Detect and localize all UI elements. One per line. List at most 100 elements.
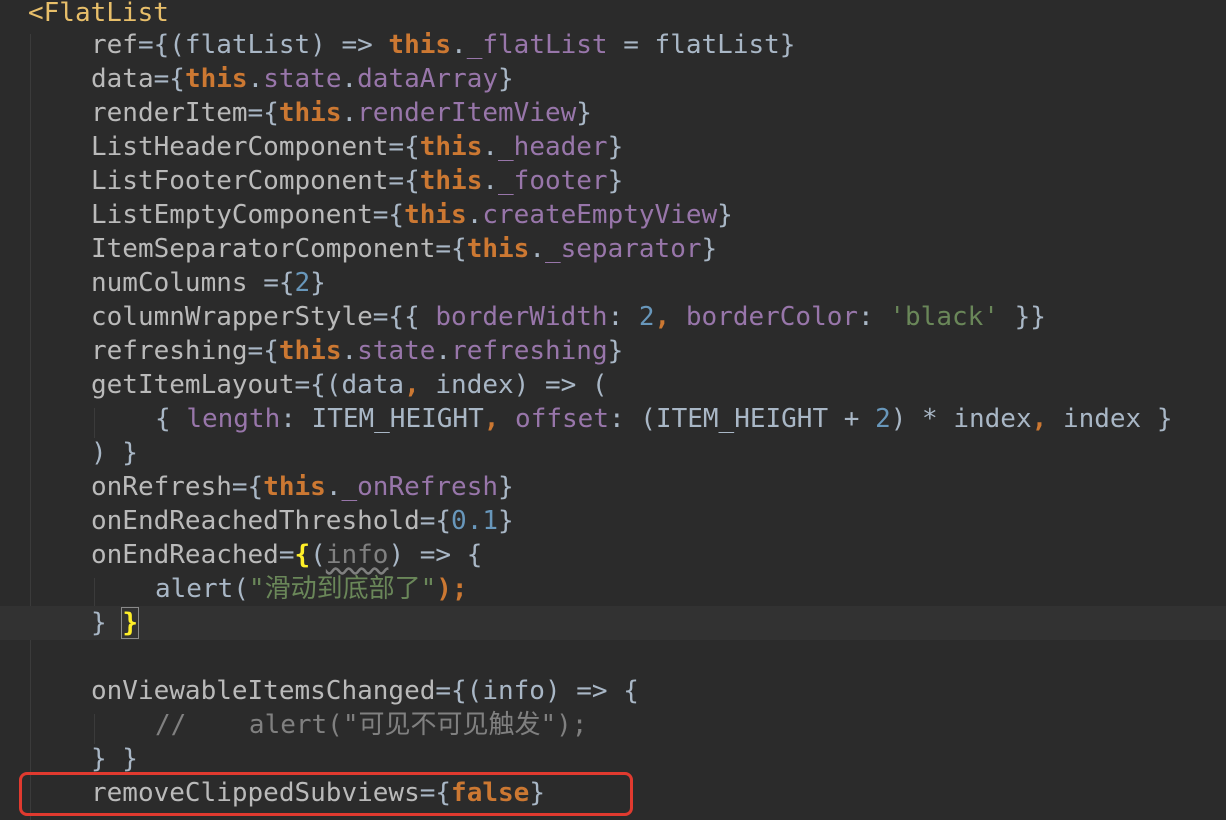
code-token: ={(flatList) => (137, 30, 389, 60)
code-token: ListEmptyComponent (91, 200, 373, 230)
code-token: , (404, 370, 436, 400)
code-token: ListHeaderComponent (91, 132, 389, 162)
code-line[interactable]: onRefresh={this._onRefresh} (0, 470, 1226, 504)
code-line[interactable]: numColumns ={2} (0, 266, 1226, 300)
code-token: length (186, 404, 281, 434)
code-line[interactable]: } } (0, 742, 1226, 776)
code-token: getItemLayout (91, 370, 295, 400)
code-token: borderColor (685, 302, 859, 332)
code-token: renderItem (91, 98, 248, 128)
code-line[interactable]: <FlatList (0, 0, 1226, 30)
code-token: ={ (263, 268, 295, 298)
code-line[interactable]: ItemSeparatorComponent={this._separator} (0, 232, 1226, 266)
code-token: onEndReachedThreshold (91, 506, 420, 536)
code-token: onViewableItemsChanged (91, 676, 436, 706)
code-token: refreshing (91, 336, 248, 366)
code-token: : ITEM_HEIGHT (280, 404, 484, 434)
red-highlight-annotation (19, 772, 633, 816)
code-token: } (498, 472, 514, 502)
code-token: . (341, 64, 358, 94)
code-token: ref (91, 30, 138, 60)
code-token: onRefresh (91, 472, 232, 502)
code-line[interactable]: } } (0, 606, 1226, 640)
code-line[interactable]: ListHeaderComponent={this._header} (0, 130, 1226, 164)
code-token: , (1031, 404, 1063, 434)
code-token: alert( (155, 574, 249, 604)
code-token: dataArray (357, 64, 499, 94)
code-token: { (155, 404, 187, 434)
code-token: . (482, 132, 499, 162)
code-token: index) => ( (435, 370, 608, 400)
code-token: } (576, 98, 592, 128)
code-token: : (858, 302, 890, 332)
code-token: state (357, 336, 436, 366)
code-token: ListFooterComponent (91, 166, 389, 196)
code-token: offset (515, 404, 609, 434)
code-token: } (717, 200, 733, 230)
code-line[interactable] (0, 640, 1226, 674)
code-token: : (ITEM_HEIGHT + (608, 404, 876, 434)
code-line[interactable]: renderItem={this.renderItemView} (0, 96, 1226, 130)
code-line[interactable]: getItemLayout={(data, index) => ( (0, 368, 1226, 402)
code-token: } (121, 607, 139, 639)
code-token: . (529, 234, 545, 264)
code-token: _flatList (466, 30, 608, 60)
code-token: <FlatList (28, 0, 169, 28)
code-token: } (607, 132, 624, 162)
code-token: 2 (875, 404, 891, 434)
code-token: ={{ (372, 302, 436, 332)
code-token: this (263, 472, 326, 502)
code-token: . (451, 30, 467, 60)
code-token: this (184, 64, 248, 94)
code-token: columnWrapperStyle (91, 302, 373, 332)
code-token: } (701, 234, 718, 264)
code-token: : (607, 302, 639, 332)
code-line[interactable]: onEndReachedThreshold={0.1} (0, 504, 1226, 538)
code-token: this (466, 234, 530, 264)
code-token: state (263, 64, 342, 94)
code-token: } (498, 64, 514, 94)
code-token: } (310, 268, 326, 298)
code-token: this (388, 30, 452, 60)
code-token: index } (1062, 404, 1173, 434)
code-line[interactable]: onViewableItemsChanged={(info) => { (0, 674, 1226, 708)
code-token: ={ (435, 234, 467, 264)
code-token: this (419, 132, 483, 162)
code-token: _footer (498, 166, 608, 196)
code-editor[interactable]: <FlatList ref={(flatList) => this._flatLi… (0, 0, 1226, 820)
code-line[interactable]: { length: ITEM_HEIGHT, offset: (ITEM_HEI… (0, 402, 1226, 436)
code-token: . (341, 336, 358, 366)
code-line[interactable]: data={this.state.dataArray} (0, 62, 1226, 96)
code-token: 2 (294, 268, 311, 298)
code-token: . (435, 336, 452, 366)
code-line[interactable]: ) } (0, 436, 1226, 470)
code-token: "滑动到底部了" (248, 574, 437, 604)
code-token: = (278, 540, 295, 570)
code-token: ={ (153, 64, 185, 94)
code-token: ) => { (388, 540, 483, 570)
code-token: . (466, 200, 483, 230)
code-token: ={ (372, 200, 405, 230)
code-token: _separator (544, 234, 702, 264)
code-token: ={ (231, 472, 264, 502)
code-line[interactable]: refreshing={this.state.refreshing} (0, 334, 1226, 368)
code-line[interactable]: ref={(flatList) => this._flatList = flat… (0, 28, 1226, 62)
code-token: } (607, 336, 624, 366)
code-token: // alert("可见不可见触发"); (155, 710, 588, 740)
code-line[interactable]: ListFooterComponent={this._footer} (0, 164, 1226, 198)
code-line[interactable]: alert("滑动到底部了"); (0, 572, 1226, 606)
code-line[interactable]: columnWrapperStyle={{ borderWidth: 2, bo… (0, 300, 1226, 334)
code-token: . (482, 166, 499, 196)
code-token: _header (498, 132, 608, 162)
code-token: ); (436, 574, 468, 604)
code-token: . (341, 98, 358, 128)
code-line[interactable]: onEndReached={(info) => { (0, 538, 1226, 572)
code-token: . (247, 64, 264, 94)
code-token: borderWidth (435, 302, 608, 332)
code-token: renderItemView (357, 98, 577, 128)
code-token: 0.1 (451, 506, 499, 536)
code-line[interactable]: ListEmptyComponent={this.createEmptyView… (0, 198, 1226, 232)
code-line[interactable]: // alert("可见不可见触发"); (0, 708, 1226, 742)
code-token: , (654, 302, 686, 332)
code-token: info (325, 540, 389, 570)
